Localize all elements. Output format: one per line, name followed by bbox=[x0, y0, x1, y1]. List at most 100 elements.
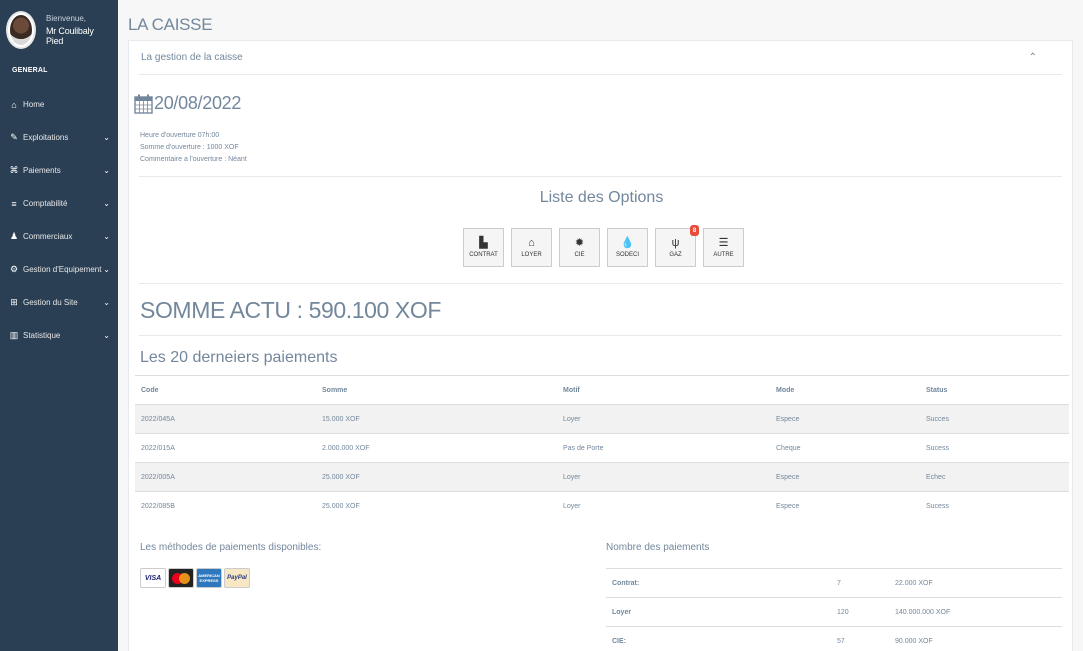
table-row[interactable]: 2022/045A 15.000 XOF Loyer Espece Succes bbox=[135, 404, 1069, 434]
bank-icon: ⌘ bbox=[9, 165, 19, 175]
table-cell: 15.000 XOF bbox=[322, 404, 563, 434]
table-row[interactable]: 2022/015A 2.000.000 XOF Pas de Porte Cheque… bbox=[135, 433, 1069, 463]
option-cie-button[interactable]: ✹ CIE bbox=[559, 228, 600, 267]
sidebar-item-statistique[interactable]: ▥ Statistique ⌄ bbox=[0, 319, 118, 352]
option-autre-button[interactable]: ☰ AUTRE bbox=[703, 228, 744, 267]
option-loyer-button[interactable]: ⌂ LOYER bbox=[511, 228, 552, 267]
paypal-logo: PayPal bbox=[224, 568, 250, 588]
chevron-down-icon: ⌄ bbox=[103, 265, 110, 274]
divider bbox=[139, 335, 1062, 336]
col-code[interactable]: Code bbox=[135, 375, 322, 405]
divider bbox=[139, 283, 1062, 284]
sidebar-item-gestion-d-equipement[interactable]: ⚙ Gestion d'Equipement ⌄ bbox=[0, 253, 118, 286]
sidebar-item-commerciaux[interactable]: ♟ Commerciaux ⌄ bbox=[0, 220, 118, 253]
option-label: SODECI bbox=[615, 252, 639, 258]
recent-payments-title: Les 20 derneiers paiements bbox=[140, 349, 338, 366]
payments-table: Code Somme Motif Mode Status 2022/045A 15… bbox=[135, 375, 1069, 521]
sidebar-item-label: Gestion d'Equipement bbox=[23, 265, 102, 274]
username: Mr Coulibaly Pied bbox=[46, 26, 94, 46]
count-cell: Loyer bbox=[606, 597, 837, 627]
amex-logo: AMERICAN EXPRESS bbox=[196, 568, 222, 588]
sidebar-item-label: Home bbox=[23, 100, 45, 109]
caisse-panel: La gestion de la caisse ⌃ 20/08/2022 Heu… bbox=[128, 40, 1073, 651]
sidebar-item-label: Comptabilité bbox=[23, 199, 68, 208]
table-cell: Succes bbox=[926, 404, 1069, 434]
payment-methods: VISA AMERICAN EXPRESS PayPal bbox=[140, 568, 250, 588]
sidebar-item-exploitations[interactable]: ✎ Exploitations ⌄ bbox=[0, 121, 118, 154]
table-cell: 2022/015A bbox=[135, 433, 322, 463]
somme-actu: SOMME ACTU : 590.100 XOF bbox=[140, 297, 442, 323]
mastercard-logo bbox=[168, 568, 194, 588]
option-sodeci-button[interactable]: 💧 SODECI bbox=[607, 228, 648, 267]
count-cell: CIE: bbox=[606, 626, 837, 651]
options-row: ▙ CONTRAT ⌂ LOYER ✹ CIE 💧 SODECI ψ GAZ 8 ☰ AUTRE bbox=[463, 225, 744, 267]
notification-badge: 8 bbox=[690, 225, 699, 236]
table-cell: Sucess bbox=[926, 433, 1069, 463]
chevron-down-icon: ⌄ bbox=[103, 133, 110, 142]
collapse-icon[interactable]: ⌃ bbox=[1029, 52, 1037, 63]
calendar-icon bbox=[134, 94, 153, 114]
col-status[interactable]: Status bbox=[926, 375, 1069, 405]
sidebar-item-home[interactable]: ⌂ Home bbox=[0, 88, 118, 121]
table-cell: Sucess bbox=[926, 491, 1069, 521]
sidebar-item-label: Paiements bbox=[23, 166, 61, 175]
avatar[interactable] bbox=[6, 11, 36, 49]
water-drop-icon: 💧 bbox=[620, 237, 635, 249]
chevron-down-icon: ⌄ bbox=[103, 232, 110, 241]
sidebar-item-comptabilit[interactable]: ≡ Comptabilité ⌄ bbox=[0, 187, 118, 220]
file-icon: ▙ bbox=[479, 237, 488, 249]
payment-methods-title: Les méthodes de paiements disponibles: bbox=[140, 542, 322, 553]
count-cell: 140.000.000 XOF bbox=[895, 597, 1062, 627]
bulb-icon: ✹ bbox=[574, 237, 585, 249]
chevron-down-icon: ⌄ bbox=[103, 199, 110, 208]
table-cell: Loyer bbox=[563, 404, 776, 434]
sidebar-menu: ⌂ Home ✎ Exploitations ⌄ ⌘ Paiements ⌄ ≡ Comptabi… bbox=[0, 88, 118, 352]
caisse-date: 20/08/2022 bbox=[154, 93, 242, 113]
opening-comment: Commentaire a l'ouverture : Néant bbox=[140, 156, 247, 163]
sidebar-item-label: Commerciaux bbox=[23, 232, 73, 241]
option-label: CIE bbox=[574, 252, 585, 258]
sidebar-item-label: Exploitations bbox=[23, 133, 69, 142]
table-cell: 2.000.000 XOF bbox=[322, 433, 563, 463]
bar-chart-icon: ▥ bbox=[9, 330, 19, 340]
sidebar-item-paiements[interactable]: ⌘ Paiements ⌄ bbox=[0, 154, 118, 187]
menu-section-title: GENERAL bbox=[12, 67, 48, 74]
main-content: LA CAISSE La gestion de la caisse ⌃ 20/0… bbox=[118, 0, 1083, 651]
panel-header: La gestion de la caisse ⌃ bbox=[139, 41, 1062, 75]
visa-logo: VISA bbox=[140, 568, 166, 588]
opening-amount: Somme d'ouverture : 1000 XOF bbox=[140, 144, 239, 151]
page-title: LA CAISSE bbox=[128, 15, 213, 34]
chevron-down-icon: ⌄ bbox=[103, 166, 110, 175]
table-cell: Pas de Porte bbox=[563, 433, 776, 463]
option-label: LOYER bbox=[521, 252, 542, 258]
sidebar-item-gestion-du-site[interactable]: ⊞ Gestion du Site ⌄ bbox=[0, 286, 118, 319]
col-somme[interactable]: Somme bbox=[322, 375, 563, 405]
count-cell: 90.000 XOF bbox=[895, 626, 1062, 651]
table-header-row: Code Somme Motif Mode Status bbox=[135, 375, 1069, 405]
server-icon: ☰ bbox=[718, 237, 729, 249]
table-cell: Espece bbox=[776, 491, 926, 521]
date-row: 20/08/2022 bbox=[134, 93, 241, 114]
opening-hour: Heure d'ouverture 07h:00 bbox=[140, 132, 220, 139]
option-label: CONTRAT bbox=[469, 252, 498, 258]
col-mode[interactable]: Mode bbox=[776, 375, 926, 405]
option-gaz-button[interactable]: ψ GAZ 8 bbox=[655, 225, 699, 267]
table-cell: 2022/045A bbox=[135, 404, 322, 434]
table-cell: Loyer bbox=[563, 462, 776, 492]
payments-count-table: Contrat: 7 22.000 XOF Loyer 120 140.000.000 X… bbox=[606, 568, 1062, 651]
count-cell: 7 bbox=[837, 568, 895, 598]
payments-count-title: Nombre des paiements bbox=[606, 542, 710, 553]
home-icon: ⌂ bbox=[528, 237, 535, 249]
opening-info: Heure d'ouverture 07h:00 Somme d'ouvertu… bbox=[140, 130, 247, 166]
table-row[interactable]: 2022/085B 25.000 XOF Loyer Espece Sucess bbox=[135, 491, 1069, 521]
table-cell: 25.000 XOF bbox=[322, 491, 563, 521]
col-motif[interactable]: Motif bbox=[563, 375, 776, 405]
table-cell: Espece bbox=[776, 404, 926, 434]
chevron-down-icon: ⌄ bbox=[103, 298, 110, 307]
table-row[interactable]: 2022/005A 25.000 XOF Loyer Espece Echec bbox=[135, 462, 1069, 492]
sidebar-item-label: Gestion du Site bbox=[23, 298, 78, 307]
option-contrat-button[interactable]: ▙ CONTRAT bbox=[463, 228, 504, 267]
option-label: AUTRE bbox=[713, 252, 734, 258]
edit-icon: ✎ bbox=[10, 132, 18, 142]
cutlery-icon: ψ bbox=[671, 237, 680, 249]
